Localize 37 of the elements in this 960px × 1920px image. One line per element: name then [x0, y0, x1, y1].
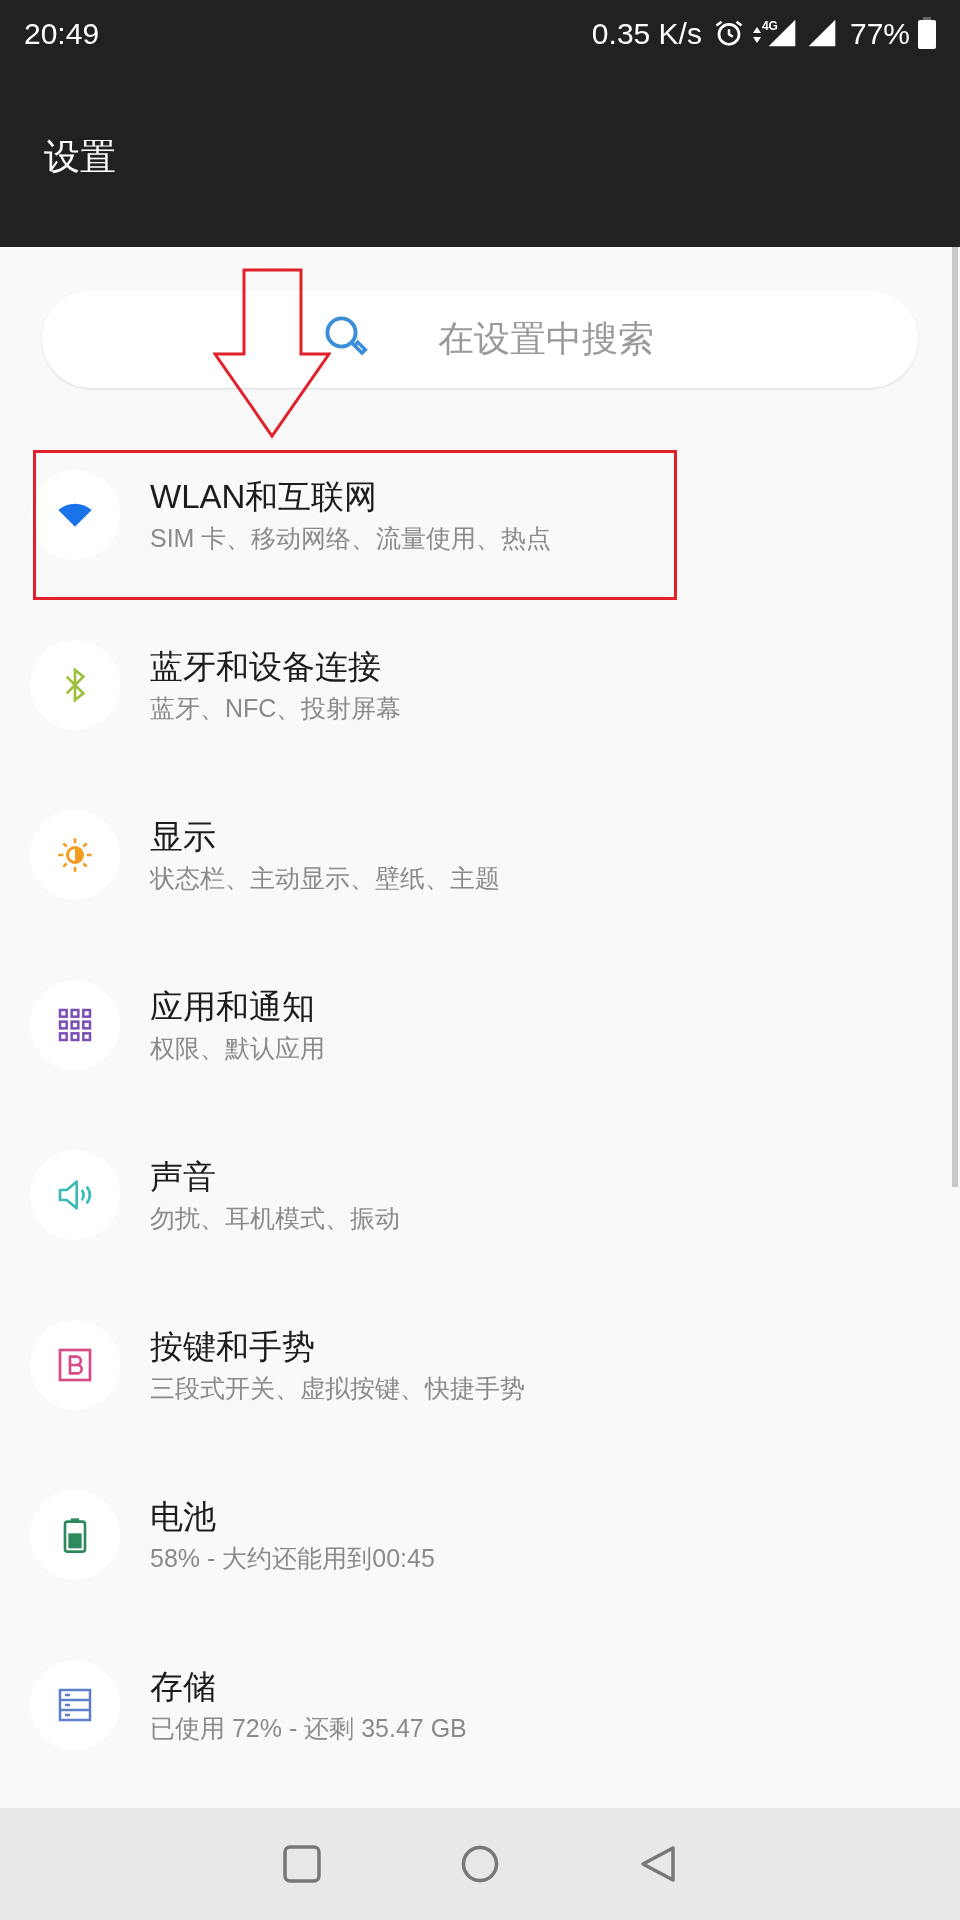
item-subtitle: 权限、默认应用: [150, 1033, 325, 1064]
clock-time: 20:49: [24, 15, 100, 52]
settings-item[interactable]: 声音 勿扰、耳机模式、振动: [0, 1110, 960, 1280]
settings-item[interactable]: 电池 58% - 大约还能用到00:45: [0, 1450, 960, 1620]
item-title: 蓝牙和设备连接: [150, 646, 382, 687]
item-subtitle: 状态栏、主动显示、壁纸、主题: [150, 863, 500, 894]
item-title: 按键和手势: [150, 1326, 316, 1367]
search-field[interactable]: 在设置中搜索: [42, 290, 918, 388]
item-title: 声音: [150, 1156, 217, 1197]
item-title: 电池: [150, 1496, 217, 1537]
back-button[interactable]: [639, 1845, 677, 1883]
battery-percent: 77%: [849, 15, 910, 52]
item-subtitle: 勿扰、耳机模式、振动: [150, 1203, 400, 1234]
network-type-label: 4G: [761, 18, 778, 35]
item-subtitle: SIM 卡、移动网络、流量使用、热点: [150, 523, 552, 554]
recents-button[interactable]: [283, 1845, 321, 1883]
item-subtitle: 已使用 72% - 还剩 35.47 GB: [150, 1713, 467, 1744]
item-title: 显示: [150, 816, 217, 857]
page-title: 设置: [44, 134, 116, 179]
battery-icon: [918, 17, 936, 49]
settings-item[interactable]: 存储 已使用 72% - 还剩 35.47 GB: [0, 1620, 960, 1790]
item-title: WLAN和互联网: [150, 476, 379, 517]
brightness-icon: [55, 835, 95, 875]
alarm-icon: [713, 18, 744, 48]
home-button[interactable]: [461, 1845, 499, 1883]
settings-item[interactable]: 应用和通知 权限、默认应用: [0, 940, 960, 1110]
item-subtitle: 三段式开关、虚拟按键、快捷手势: [150, 1373, 525, 1404]
settings-item[interactable]: 显示 状态栏、主动显示、壁纸、主题: [0, 770, 960, 940]
settings-item[interactable]: 按键和手势 三段式开关、虚拟按键、快捷手势: [0, 1280, 960, 1450]
network-speed: 0.35 K/s: [591, 15, 702, 52]
item-title: 存储: [150, 1666, 217, 1707]
settings-item[interactable]: WLAN和互联网 SIM 卡、移动网络、流量使用、热点: [0, 430, 960, 600]
data-arrows-icon: [751, 25, 762, 45]
settings-item[interactable]: 蓝牙和设备连接 蓝牙、NFC、投射屏幕: [0, 600, 960, 770]
item-title: 应用和通知: [150, 986, 316, 1027]
item-subtitle: 58% - 大约还能用到00:45: [150, 1543, 435, 1574]
item-subtitle: 蓝牙、NFC、投射屏幕: [150, 693, 402, 724]
